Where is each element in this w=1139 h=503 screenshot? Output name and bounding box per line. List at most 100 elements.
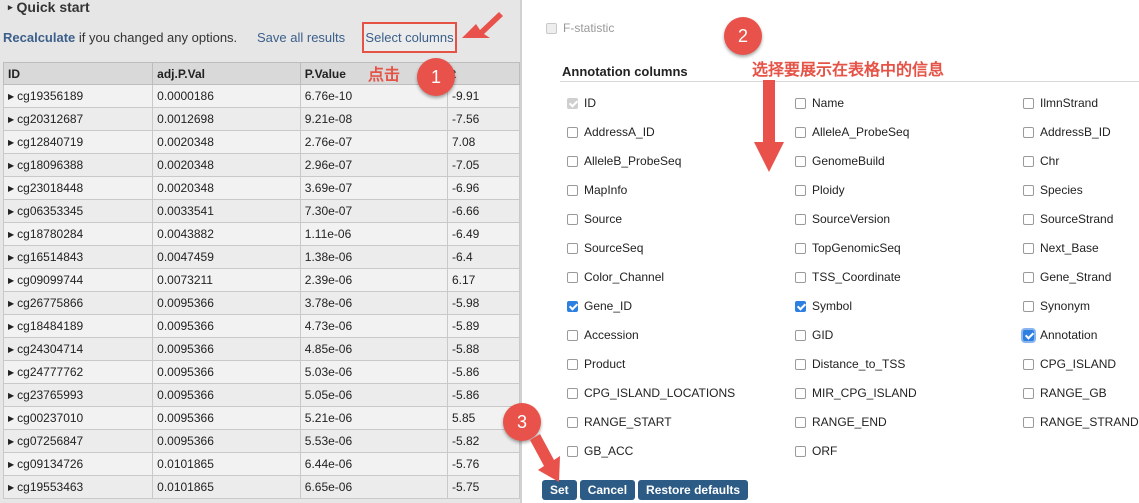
option-checkbox[interactable] [567,446,578,457]
annotation-option[interactable]: AlleleA_ProbeSeq [795,125,909,139]
option-checkbox[interactable] [567,272,578,283]
option-checkbox[interactable] [1023,127,1034,138]
option-checkbox[interactable] [795,330,806,341]
annotation-option[interactable]: Distance_to_TSS [795,357,905,371]
annotation-option[interactable]: IlmnStrand [1023,96,1098,110]
option-checkbox[interactable] [1023,330,1034,341]
row-expand-icon[interactable]: ▶ [8,207,14,216]
table-row[interactable]: ▶ cg09134726 0.0101865 6.44e-06 -5.76 [2,452,520,476]
annotation-option[interactable]: RANGE_END [795,415,887,429]
annotation-option[interactable]: Synonym [1023,299,1090,313]
option-checkbox[interactable] [795,359,806,370]
option-checkbox[interactable] [1023,98,1034,109]
annotation-option[interactable]: ORF [795,444,837,458]
option-checkbox[interactable] [1023,214,1034,225]
row-expand-icon[interactable]: ▶ [8,414,14,423]
annotation-option[interactable]: TSS_Coordinate [795,270,901,284]
annotation-option[interactable]: TopGenomicSeq [795,241,901,255]
annotation-option[interactable]: Gene_ID [567,299,632,313]
annotation-option[interactable]: GID [795,328,833,342]
cancel-button[interactable]: Cancel [579,480,636,500]
option-checkbox[interactable] [1023,388,1034,399]
column-header-adj-p-val[interactable]: adj.P.Val [152,62,301,85]
option-checkbox[interactable] [567,388,578,399]
annotation-option[interactable]: SourceStrand [1023,212,1113,226]
annotation-option[interactable]: Ploidy [795,183,845,197]
annotation-option[interactable]: RANGE_START [567,415,672,429]
option-checkbox[interactable] [795,98,806,109]
annotation-option[interactable]: Product [567,357,625,371]
row-expand-icon[interactable]: ▶ [8,253,14,262]
annotation-option[interactable]: ID [567,96,596,110]
table-row[interactable]: ▶ cg18096388 0.0020348 2.96e-07 -7.05 [2,153,520,177]
table-row[interactable]: ▶ cg24304714 0.0095366 4.85e-06 -5.88 [2,337,520,361]
annotation-option[interactable]: MapInfo [567,183,627,197]
annotation-option[interactable]: Color_Channel [567,270,664,284]
annotation-option[interactable]: Name [795,96,844,110]
set-button[interactable]: Set [542,480,577,500]
option-checkbox[interactable] [795,301,806,312]
table-row[interactable]: ▶ cg16514843 0.0047459 1.38e-06 -6.4 [2,245,520,269]
column-header-t[interactable]: t [447,62,520,85]
table-row[interactable]: ▶ cg18484189 0.0095366 4.73e-06 -5.89 [2,314,520,338]
row-expand-icon[interactable]: ▶ [8,483,14,492]
annotation-option[interactable]: Next_Base [1023,241,1099,255]
option-checkbox[interactable] [567,301,578,312]
annotation-option[interactable]: CPG_ISLAND [1023,357,1116,371]
option-checkbox[interactable] [795,214,806,225]
annotation-option[interactable]: Chr [1023,154,1059,168]
option-checkbox[interactable] [567,359,578,370]
row-expand-icon[interactable]: ▶ [8,368,14,377]
option-checkbox[interactable] [1023,156,1034,167]
option-checkbox[interactable] [795,185,806,196]
annotation-option[interactable]: AlleleB_ProbeSeq [567,154,681,168]
row-expand-icon[interactable]: ▶ [8,299,14,308]
row-expand-icon[interactable]: ▶ [8,345,14,354]
annotation-option[interactable]: Species [1023,183,1083,197]
quick-start-header[interactable]: ▸ Quick start [8,0,90,16]
option-checkbox[interactable] [795,446,806,457]
option-checkbox[interactable] [795,272,806,283]
annotation-option[interactable]: RANGE_STRAND [1023,415,1139,429]
annotation-option[interactable]: AddressA_ID [567,125,655,139]
option-checkbox[interactable] [567,156,578,167]
row-expand-icon[interactable]: ▶ [8,437,14,446]
recalculate-link[interactable]: Recalculate [3,30,75,45]
table-row[interactable]: ▶ cg20312687 0.0012698 9.21e-08 -7.56 [2,107,520,131]
row-expand-icon[interactable]: ▶ [8,460,14,469]
option-checkbox[interactable] [1023,417,1034,428]
table-row[interactable]: ▶ cg06353345 0.0033541 7.30e-07 -6.66 [2,199,520,223]
annotation-option[interactable]: RANGE_GB [1023,386,1107,400]
row-expand-icon[interactable]: ▶ [8,115,14,124]
annotation-option[interactable]: CPG_ISLAND_LOCATIONS [567,386,735,400]
option-checkbox[interactable] [567,243,578,254]
option-checkbox[interactable] [567,127,578,138]
restore-defaults-button[interactable]: Restore defaults [638,480,749,500]
row-expand-icon[interactable]: ▶ [8,161,14,170]
option-checkbox[interactable] [795,156,806,167]
table-row[interactable]: ▶ cg23018448 0.0020348 3.69e-07 -6.96 [2,176,520,200]
row-expand-icon[interactable]: ▶ [8,138,14,147]
table-row[interactable]: ▶ cg19553463 0.0101865 6.65e-06 -5.75 [2,475,520,499]
select-columns-link[interactable]: Select columns [362,22,457,53]
option-checkbox[interactable] [1023,272,1034,283]
option-checkbox[interactable] [795,127,806,138]
row-expand-icon[interactable]: ▶ [8,276,14,285]
option-checkbox[interactable] [795,417,806,428]
annotation-option[interactable]: Source [567,212,622,226]
annotation-option[interactable]: SourceVersion [795,212,890,226]
table-row[interactable]: ▶ cg18780284 0.0043882 1.11e-06 -6.49 [2,222,520,246]
annotation-option[interactable]: Annotation [1023,328,1097,342]
save-all-results-link[interactable]: Save all results [257,30,345,45]
option-checkbox[interactable] [1023,301,1034,312]
annotation-option[interactable]: Symbol [795,299,852,313]
table-row[interactable]: ▶ cg26775866 0.0095366 3.78e-06 -5.98 [2,291,520,315]
annotation-option[interactable]: MIR_CPG_ISLAND [795,386,917,400]
table-row[interactable]: ▶ cg07256847 0.0095366 5.53e-06 -5.82 [2,429,520,453]
option-checkbox[interactable] [567,330,578,341]
option-checkbox[interactable] [795,388,806,399]
row-expand-icon[interactable]: ▶ [8,230,14,239]
option-checkbox[interactable] [1023,185,1034,196]
annotation-option[interactable]: Gene_Strand [1023,270,1111,284]
option-checkbox[interactable] [567,417,578,428]
